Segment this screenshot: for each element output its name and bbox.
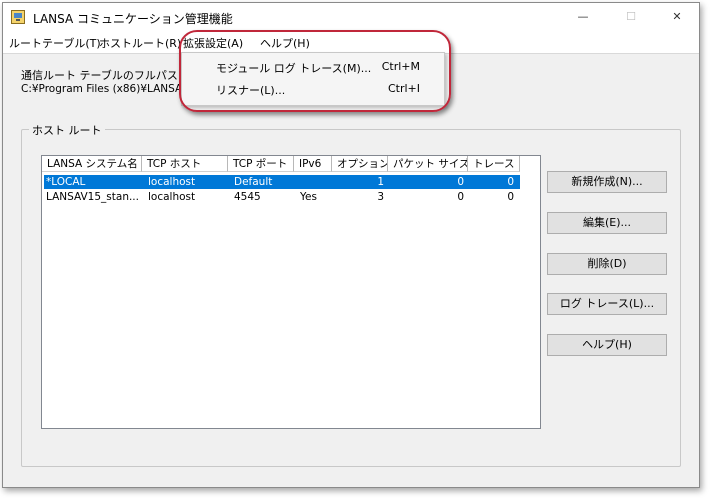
column-header-tcp-port[interactable]: TCP ポート [228, 156, 294, 172]
host-route-group-label: ホスト ルート [29, 122, 105, 138]
window-title: LANSA コミュニケーション管理機能 [33, 12, 233, 26]
column-header-system-name[interactable]: LANSA システム名 [42, 156, 142, 172]
dropdown-item-label: モジュール ログ トレース(M)... [216, 62, 372, 75]
cell-packet-size: 0 [457, 176, 464, 188]
menu-route-table[interactable]: ルートテーブル(T) [9, 35, 101, 51]
column-header-packet-size[interactable]: パケット サイズ [388, 156, 468, 172]
cell-ipv6 [300, 175, 334, 189]
route-table-path-value: C:¥Program Files (x86)¥LANSAV [21, 83, 189, 95]
cell-tcp-port: 4545 [234, 191, 261, 203]
app-icon [11, 10, 25, 24]
dropdown-item-label: リスナー(L)... [216, 84, 286, 97]
cell-ipv6: Yes [300, 191, 317, 203]
column-header-ipv6[interactable]: IPv6 [294, 156, 332, 172]
new-button[interactable]: 新規作成(N)... [547, 171, 667, 193]
list-header: LANSA システム名 TCP ホスト TCP ポート IPv6 オプション パ… [42, 156, 540, 172]
maximize-button[interactable]: ☐ [611, 7, 651, 27]
cell-option: 3 [377, 191, 384, 203]
app-window: LANSA コミュニケーション管理機能 — ☐ ✕ ルートテーブル(T) ホスト… [2, 2, 700, 488]
menu-host-route[interactable]: ホストルート(R) [99, 35, 181, 51]
dropdown-item-shortcut: Ctrl+M [381, 60, 420, 73]
delete-button[interactable]: 削除(D) [547, 253, 667, 275]
column-header-option[interactable]: オプション [332, 156, 388, 172]
advanced-settings-dropdown: モジュール ログ トレース(M)... Ctrl+M リスナー(L)... Ct… [181, 52, 445, 106]
dropdown-item-module-log-trace[interactable]: モジュール ログ トレース(M)... Ctrl+M [182, 56, 444, 78]
cell-tcp-host: localhost [148, 176, 196, 188]
cell-tcp-port: Default [234, 176, 273, 188]
route-table-path-label: 通信ルート テーブルのフルパス: [21, 69, 182, 82]
title-bar: LANSA コミュニケーション管理機能 — ☐ ✕ [3, 3, 699, 31]
dropdown-item-shortcut: Ctrl+I [387, 82, 420, 95]
cell-system-name: LANSAV15_stan... [46, 191, 139, 203]
host-route-list[interactable]: LANSA システム名 TCP ホスト TCP ポート IPv6 オプション パ… [41, 155, 541, 429]
menu-help[interactable]: ヘルプ(H) [260, 35, 310, 51]
edit-button[interactable]: 編集(E)... [547, 212, 667, 234]
column-header-tcp-host[interactable]: TCP ホスト [142, 156, 228, 172]
minimize-button[interactable]: — [563, 7, 603, 27]
cell-system-name: *LOCAL [46, 176, 86, 188]
cell-tcp-host: localhost [148, 191, 196, 203]
log-trace-button[interactable]: ログ トレース(L)... [547, 293, 667, 315]
menu-advanced-settings[interactable]: 拡張設定(A) [183, 35, 243, 51]
dropdown-item-listener[interactable]: リスナー(L)... Ctrl+I [182, 78, 444, 100]
column-header-trace[interactable]: トレース [468, 156, 520, 172]
table-row[interactable]: *LOCAL localhost Default 1 0 0 [44, 175, 520, 189]
help-button[interactable]: ヘルプ(H) [547, 334, 667, 356]
cell-trace: 0 [507, 176, 514, 188]
cell-trace: 0 [507, 191, 514, 203]
table-row[interactable]: LANSAV15_stan... localhost 4545 Yes 3 0 … [44, 190, 520, 204]
close-button[interactable]: ✕ [657, 7, 697, 27]
cell-packet-size: 0 [457, 191, 464, 203]
cell-option: 1 [377, 176, 384, 188]
menu-bar: ルートテーブル(T) ホストルート(R) 拡張設定(A) ヘルプ(H) [3, 31, 699, 54]
